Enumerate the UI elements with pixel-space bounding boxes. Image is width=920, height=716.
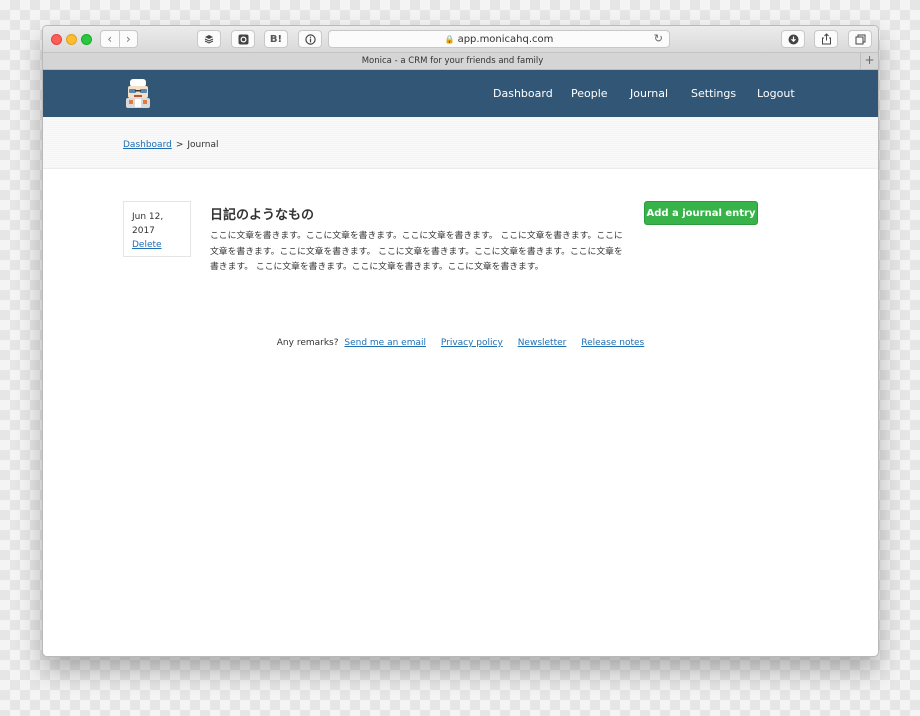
breadcrumb: Dashboard > Journal [123, 140, 219, 150]
nav-settings[interactable]: Settings [691, 87, 736, 100]
download-icon [788, 34, 798, 44]
entry-date-line1: Jun 12, [132, 212, 164, 222]
entry-date-box: Jun 12, 2017 Delete [123, 201, 191, 257]
reload-icon[interactable]: ↻ [654, 32, 663, 45]
share-icon [821, 33, 831, 45]
record-extension-button[interactable] [231, 30, 255, 48]
footer-remarks: Any remarks? [276, 338, 339, 348]
entry-body: ここに文章を書きます。ここに文章を書きます。ここに文章を書きます。 ここに文章を… [210, 231, 623, 272]
minimize-window-button[interactable] [66, 34, 77, 45]
tabs-icon [855, 34, 865, 44]
entry-date-line2: 2017 [132, 226, 155, 236]
footer-privacy-link[interactable]: Privacy policy [441, 338, 503, 348]
close-window-button[interactable] [51, 34, 62, 45]
layers-extension-button[interactable] [197, 30, 221, 48]
layers-icon [204, 35, 214, 44]
breadcrumb-current: Journal [187, 140, 219, 150]
breadcrumb-dashboard-link[interactable]: Dashboard [123, 140, 172, 150]
back-forward-buttons: ‹ › [100, 30, 138, 48]
footer: Any remarks? Send me an email Privacy po… [43, 338, 878, 348]
share-button[interactable] [814, 30, 838, 48]
delete-entry-link[interactable]: Delete [132, 240, 162, 250]
breadcrumb-bar: Dashboard > Journal [43, 117, 878, 169]
nav-journal[interactable]: Journal [630, 87, 668, 100]
main-nav: Dashboard People Journal Settings Logout [43, 70, 878, 117]
hatena-bookmark-icon: B! [269, 33, 283, 45]
app-header: Dashboard People Journal Settings Logout [43, 70, 878, 117]
nav-logout[interactable]: Logout [757, 87, 795, 100]
tab-bar: Monica - a CRM for your friends and fami… [43, 53, 878, 70]
lock-icon: 🔒 [444, 34, 455, 44]
back-arrow-icon[interactable]: ‹ [101, 31, 120, 47]
show-tabs-button[interactable] [848, 30, 872, 48]
downloads-button[interactable] [781, 30, 805, 48]
active-tab[interactable]: Monica - a CRM for your friends and fami… [43, 53, 862, 69]
forward-arrow-icon[interactable]: › [120, 31, 138, 47]
record-icon [238, 34, 248, 44]
entry-title: 日記のようなもの [210, 208, 315, 223]
add-journal-entry-button[interactable]: Add a journal entry [644, 201, 758, 225]
nav-dashboard[interactable]: Dashboard [493, 87, 553, 100]
url-text: app.monicahq.com [457, 33, 554, 45]
info-icon [304, 33, 316, 45]
footer-newsletter-link[interactable]: Newsletter [518, 338, 567, 348]
breadcrumb-separator: > [175, 140, 184, 150]
address-bar[interactable]: 🔒 app.monicahq.com ↻ [328, 30, 670, 48]
footer-release-notes-link[interactable]: Release notes [581, 338, 644, 348]
nav-people[interactable]: People [571, 87, 608, 100]
browser-toolbar: ‹ › B! 🔒 app.monicahq.com ↻ [43, 26, 878, 53]
new-tab-button[interactable]: + [860, 53, 878, 69]
hatena-bookmark-button[interactable]: B! [264, 30, 288, 48]
browser-window: ‹ › B! 🔒 app.monicahq.com ↻ Monica - a C… [42, 25, 879, 657]
info-extension-button[interactable] [298, 30, 322, 48]
zoom-window-button[interactable] [81, 34, 92, 45]
footer-email-link[interactable]: Send me an email [344, 338, 426, 348]
